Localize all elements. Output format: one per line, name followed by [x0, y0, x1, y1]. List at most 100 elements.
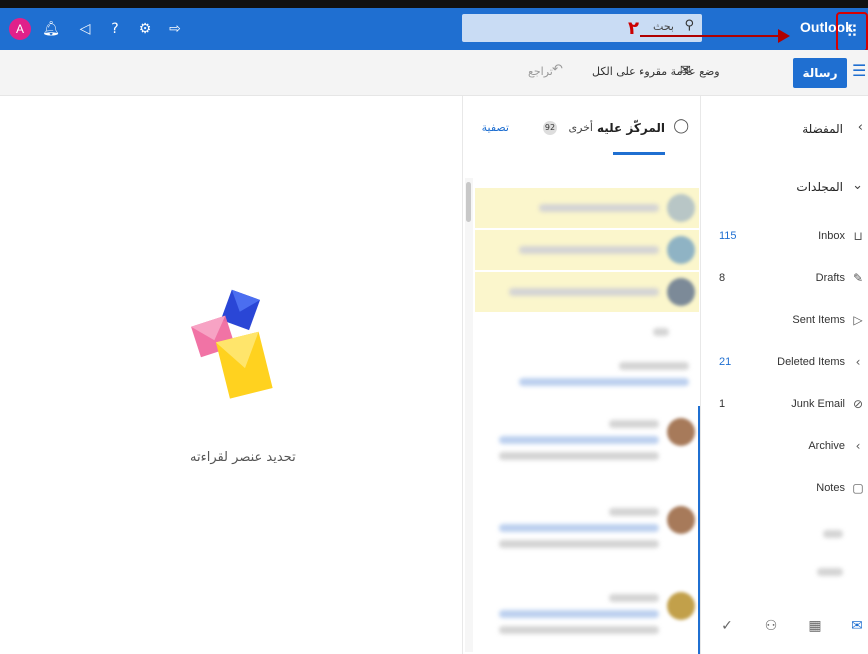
avatar	[667, 236, 695, 264]
search-placeholder: بحث	[653, 20, 674, 33]
block-icon: ⊘	[852, 397, 864, 411]
message-preview	[499, 436, 659, 444]
favorites-label: المفضلة	[802, 122, 843, 136]
annotation-arrow	[640, 35, 780, 37]
scrollbar-thumb[interactable]	[466, 182, 471, 222]
folder-label: Junk Email	[791, 398, 845, 410]
inbox-icon: ⊔	[853, 229, 863, 243]
message-preview	[499, 452, 659, 460]
folder-label: Notes	[816, 482, 845, 494]
folder-count: 21	[719, 356, 732, 368]
folder-count: 1	[719, 398, 726, 410]
message-preview	[539, 204, 659, 212]
folder-sent-items[interactable]: ▷ Sent Items	[701, 308, 868, 336]
avatar	[667, 418, 695, 446]
folder-label: Sent Items	[792, 314, 845, 326]
avatar	[667, 592, 695, 620]
folder-label: Archive	[808, 440, 845, 452]
mail-icon[interactable]: ✉	[847, 618, 867, 634]
note-icon: ▢	[852, 481, 864, 495]
folder-inbox[interactable]: ⊔ Inbox 115	[701, 224, 868, 252]
reading-pane-hint: تحديد عنصر لقراءته	[190, 450, 296, 465]
mark-all-read-button[interactable]: وضع علامة مقروء على الكل	[592, 65, 720, 78]
help-icon[interactable]: ?	[104, 17, 126, 41]
folder-blurred[interactable]	[701, 558, 868, 586]
folder-archive[interactable]: ‹ Archive	[701, 434, 868, 462]
command-bar: ☰ رسالة جديدة ✉ وضع علامة مقروء على الكل…	[0, 50, 868, 110]
folder-label: Drafts	[815, 272, 845, 284]
calendar-icon[interactable]: ▦	[805, 618, 825, 634]
message-preview	[499, 540, 659, 548]
list-item[interactable]	[475, 272, 699, 312]
folder-count: 8	[719, 272, 726, 284]
folder-notes[interactable]: ▢ Notes	[701, 476, 868, 504]
list-item[interactable]	[475, 588, 699, 648]
message-preview	[509, 288, 659, 296]
message-preview	[609, 594, 659, 602]
scrollbar[interactable]	[465, 178, 473, 652]
folder-blurred[interactable]	[701, 520, 868, 548]
message-preview	[499, 626, 659, 634]
annotation-step-number: ٢	[628, 18, 639, 39]
search-box[interactable]: ⚲ بحث	[462, 14, 702, 42]
message-preview	[519, 246, 659, 254]
avatar[interactable]: A	[9, 18, 31, 40]
top-strip	[0, 0, 868, 8]
message-preview	[609, 420, 659, 428]
avatar	[667, 278, 695, 306]
avatar	[667, 194, 695, 222]
tab-other[interactable]: أخرى	[568, 121, 593, 134]
message-preview	[619, 362, 689, 370]
list-item[interactable]	[475, 188, 699, 228]
settings-icon[interactable]: ⚙	[134, 17, 156, 41]
chevron-down-icon: ⌄	[852, 178, 863, 193]
chevron-left-icon: ‹	[857, 120, 863, 135]
undo-button[interactable]: تراجع	[528, 65, 553, 78]
favorites-section[interactable]: ‹ المفضلة	[701, 116, 868, 146]
app-launcher-icon: ⠿	[846, 22, 858, 41]
app-launcher-button[interactable]: ⠿	[836, 12, 868, 52]
new-message-button[interactable]: رسالة جديدة	[793, 58, 847, 110]
chevron-icon: ‹	[855, 355, 861, 369]
annotation-arrow-head	[778, 29, 790, 43]
pencil-icon: ✎	[852, 271, 864, 285]
folders-section[interactable]: ⌄ المجلدات	[701, 174, 868, 204]
folders-label: المجلدات	[796, 180, 843, 194]
megaphone-icon[interactable]: ◁	[74, 17, 96, 41]
message-preview	[499, 610, 659, 618]
message-tabs: ◯ المركّز عليه أخرى 92 تصفية	[463, 96, 701, 156]
select-all-icon[interactable]: ◯	[673, 118, 689, 134]
list-item[interactable]	[475, 356, 699, 396]
message-list: ◯ المركّز عليه أخرى 92 تصفية	[462, 96, 701, 654]
message-preview	[609, 508, 659, 516]
send-icon: ▷	[853, 313, 863, 327]
folder-drafts[interactable]: ✎ Drafts 8	[701, 266, 868, 294]
tab-focused[interactable]: المركّز عليه	[597, 121, 665, 135]
list-item[interactable]	[475, 414, 699, 474]
folder-label	[823, 530, 843, 538]
bell-icon[interactable]: 🔔︎	[40, 17, 62, 41]
search-icon: ⚲	[684, 18, 694, 33]
folder-count: 115	[719, 230, 737, 242]
envelopes-illustration	[191, 289, 273, 399]
folder-junk-email[interactable]: ⊘ Junk Email 1	[701, 392, 868, 420]
message-preview	[499, 524, 659, 532]
message-preview	[519, 378, 689, 386]
send-feedback-icon[interactable]: ⇨	[164, 17, 186, 41]
message-preview	[653, 328, 669, 336]
todo-icon[interactable]: ✓	[717, 618, 737, 634]
undo-icon: ↶	[552, 62, 563, 77]
folder-label	[817, 568, 843, 576]
list-item[interactable]	[475, 502, 699, 562]
filter-button[interactable]: تصفية	[482, 121, 509, 134]
folder-label: Inbox	[818, 230, 845, 242]
chevron-icon: ‹	[855, 439, 861, 453]
hamburger-icon[interactable]: ☰	[852, 61, 866, 80]
folder-deleted-items[interactable]: ‹ Deleted Items 21	[701, 350, 868, 378]
reading-pane: تحديد عنصر لقراءته	[0, 96, 462, 654]
list-item[interactable]	[475, 230, 699, 270]
top-bar: A 🔔︎ ◁ ? ⚙ ⇨ ⚲ بحث ٢ Outlook ⠿	[0, 8, 868, 52]
avatar	[667, 506, 695, 534]
people-icon[interactable]: ⚇	[761, 618, 781, 634]
folder-pane: ‹ المفضلة ⌄ المجلدات ⊔ Inbox 115 ✎ Draft…	[700, 96, 868, 654]
